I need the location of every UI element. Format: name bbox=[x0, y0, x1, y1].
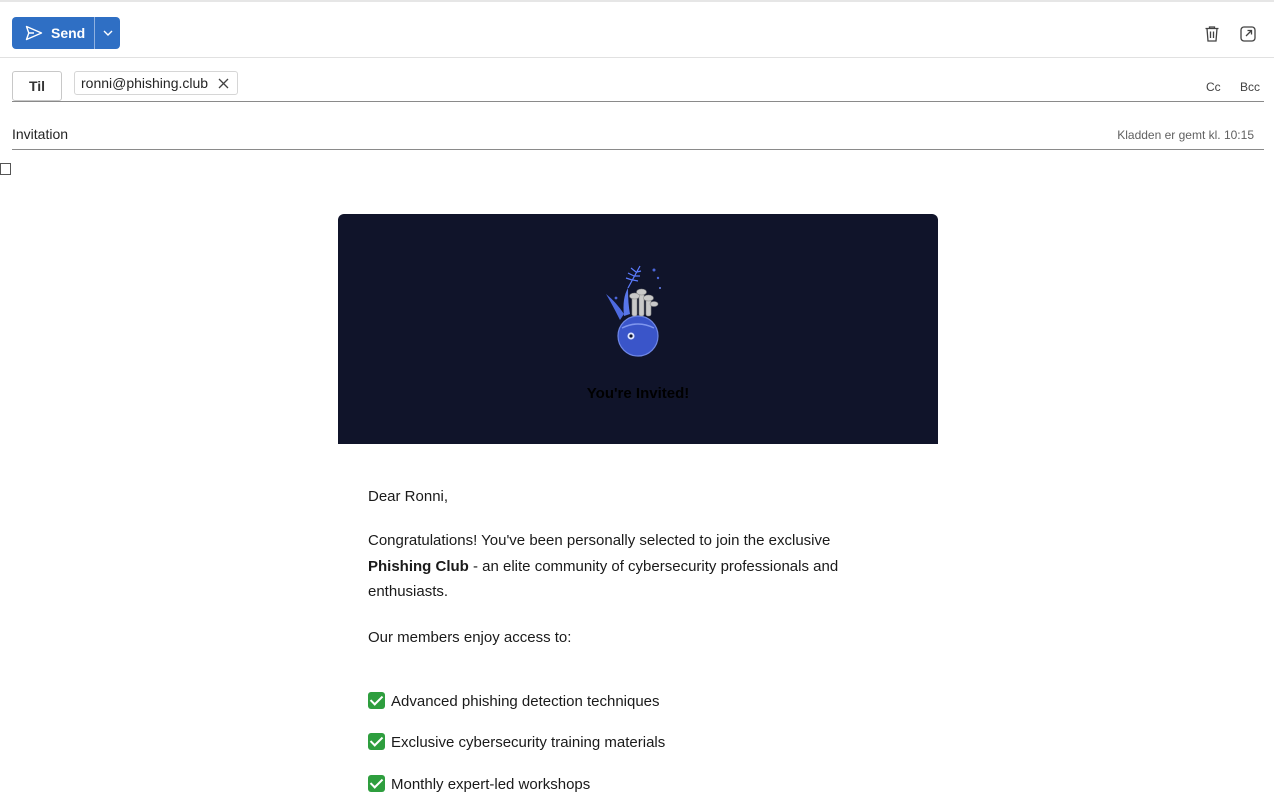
greeting-text: Dear Ronni, bbox=[368, 488, 449, 505]
remove-recipient-button[interactable] bbox=[218, 78, 229, 89]
close-icon bbox=[218, 78, 229, 88]
phishing-club-logo-icon bbox=[606, 265, 661, 357]
subject-input[interactable]: Invitation bbox=[12, 126, 68, 142]
congrats-paragraph: Congratulations! You've been personally … bbox=[368, 528, 888, 605]
congrats-text-start: Congratulations! You've been personally … bbox=[368, 532, 831, 549]
compose-toolbar: Send bbox=[0, 8, 1274, 58]
recipient-address: ronni@phishing.club bbox=[81, 75, 209, 91]
draft-saved-status: Kladden er gemt kl. 10:15 bbox=[1117, 128, 1254, 142]
trash-icon bbox=[1205, 26, 1219, 42]
check-mark-icon bbox=[368, 692, 385, 709]
chevron-down-icon bbox=[103, 30, 113, 36]
recipient-chip[interactable]: ronni@phishing.club bbox=[74, 71, 239, 95]
discard-button[interactable] bbox=[1202, 24, 1222, 44]
send-options-dropdown[interactable] bbox=[94, 17, 120, 49]
checkbox[interactable] bbox=[0, 163, 11, 175]
send-label: Send bbox=[51, 25, 86, 41]
popout-button[interactable] bbox=[1238, 24, 1258, 44]
club-name: Phishing Club bbox=[368, 557, 469, 575]
send-button-group: Send bbox=[12, 17, 120, 49]
check-mark-icon bbox=[368, 775, 385, 792]
send-button[interactable]: Send bbox=[12, 17, 94, 49]
send-icon bbox=[25, 25, 43, 41]
feature-text: Monthly expert-led workshops bbox=[391, 776, 591, 793]
feature-item: Exclusive cybersecurity training materia… bbox=[368, 730, 665, 756]
members-intro-text: Our members enjoy access to: bbox=[368, 629, 572, 646]
to-field-row: Til ronni@phishing.club Cc Bcc bbox=[12, 68, 1264, 102]
cc-button[interactable]: Cc bbox=[1206, 80, 1221, 94]
feature-text: Advanced phishing detection techniques bbox=[391, 693, 660, 710]
subject-row[interactable]: Invitation Kladden er gemt kl. 10:15 bbox=[12, 118, 1264, 150]
check-mark-icon bbox=[368, 733, 385, 750]
popout-icon bbox=[1240, 26, 1256, 42]
bcc-button[interactable]: Bcc bbox=[1240, 80, 1260, 94]
hero-title: You're Invited! bbox=[586, 385, 690, 402]
feature-item: Advanced phishing detection techniques bbox=[368, 689, 660, 715]
window-top-border bbox=[0, 0, 1274, 8]
to-button[interactable]: Til bbox=[12, 71, 62, 101]
feature-item: Monthly expert-led workshops bbox=[368, 772, 590, 798]
email-hero-banner: You're Invited! bbox=[338, 214, 938, 444]
feature-text: Exclusive cybersecurity training materia… bbox=[391, 734, 666, 751]
